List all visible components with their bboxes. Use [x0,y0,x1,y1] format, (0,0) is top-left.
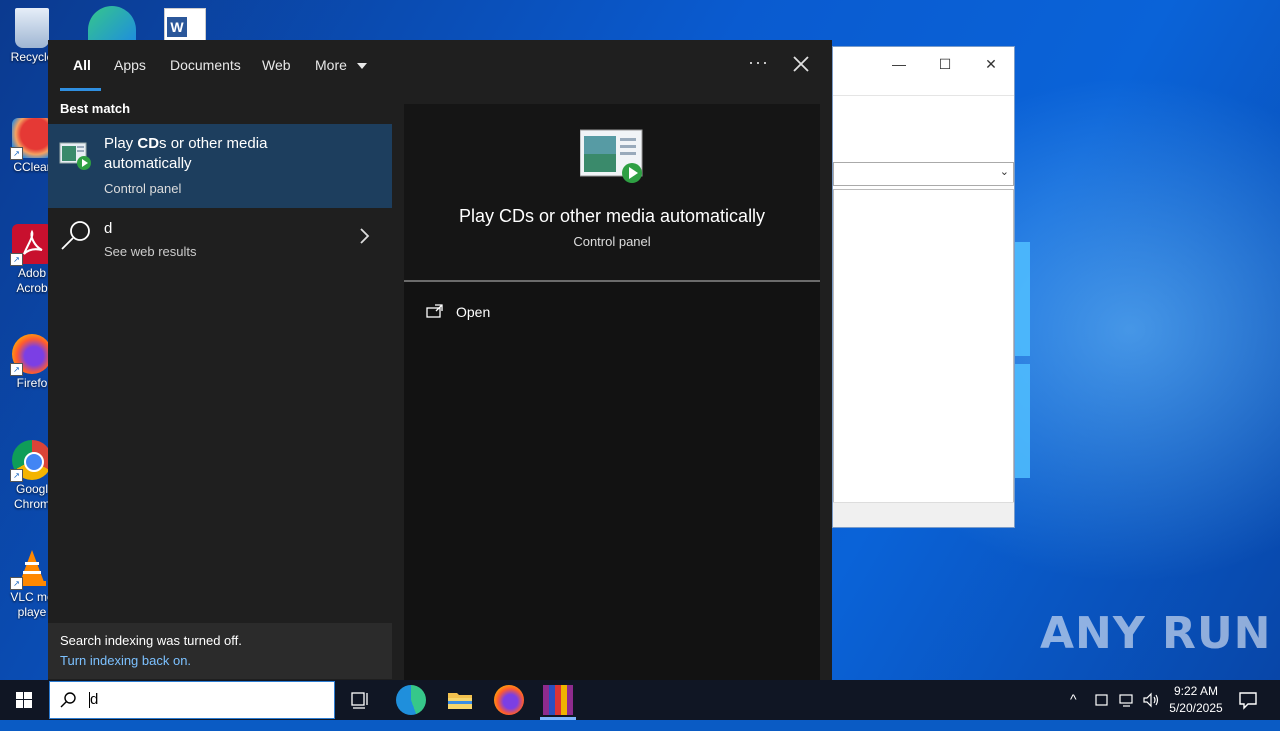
best-match-title: Play CDs or other media automatically [104,134,354,174]
taskbar: d ^ 9:22 AM 5/20/2025 [0,680,1280,720]
web-query-text: d [104,220,113,237]
search-panel: All Apps Documents Web More ··· Best mat… [48,40,832,680]
adobe-acrobat-icon: ↗ [10,224,52,266]
edge-taskbar-icon[interactable] [396,685,426,715]
network-icon[interactable] [1118,692,1136,708]
desktop-icon-word[interactable]: W [164,8,206,42]
start-button[interactable] [0,680,48,720]
divider [833,95,1014,96]
more-options-button[interactable]: ··· [748,52,769,73]
shortcut-arrow-icon: ↗ [10,469,23,482]
list-box[interactable] [833,189,1014,503]
ccleaner-icon: ↗ [10,118,52,160]
search-icon [60,692,76,708]
notification-center-icon[interactable] [1236,688,1260,712]
autoplay-icon [59,142,91,170]
clock-time: 9:22 AM [1173,684,1219,698]
results-column: Best match Play CDs or other media autom… [48,90,392,680]
search-query: d [90,691,99,708]
web-result-subtitle: See web results [104,244,197,259]
close-icon[interactable] [789,52,813,76]
tab-more[interactable]: More [315,57,367,73]
vlc-cone-icon: ↗ [10,548,52,590]
turn-indexing-on-link[interactable]: Turn indexing back on. [60,653,191,668]
title-prefix: Play [104,135,138,152]
word-icon: W [167,17,187,37]
shortcut-arrow-icon: ↗ [10,147,23,160]
maximize-icon[interactable]: ☐ [922,56,968,73]
search-icon [61,221,90,250]
open-icon [426,304,443,318]
shortcut-arrow-icon: ↗ [10,577,23,590]
clock-date: 5/20/2025 [1169,701,1223,715]
volume-icon[interactable] [1142,692,1160,708]
minimize-icon[interactable]: — [876,56,922,72]
chrome-icon: ↗ [10,440,52,482]
winrar-taskbar-icon[interactable] [543,685,573,715]
shortcut-arrow-icon: ↗ [10,253,23,266]
close-icon[interactable]: ✕ [968,56,1014,73]
best-match-header: Best match [60,101,131,116]
task-view-icon[interactable] [345,685,375,715]
preview-subtitle: Control panel [573,234,651,249]
indexing-message: Search indexing was turned off. [60,633,242,648]
indexing-notice: Search indexing was turned off. Turn ind… [48,623,392,679]
show-hidden-icons[interactable]: ^ [1070,691,1077,731]
chevron-right-icon[interactable] [358,226,372,246]
firefox-taskbar-icon[interactable] [494,685,524,715]
web-search-result[interactable]: d See web results [48,208,392,270]
tab-documents[interactable]: Documents [170,57,241,73]
open-action[interactable]: Open [426,300,490,324]
divider [404,280,820,282]
tab-apps[interactable]: Apps [114,57,146,73]
shortcut-arrow-icon: ↗ [10,363,23,376]
search-input-text: d [88,691,99,709]
open-action-label: Open [456,304,491,320]
window-titlebar: — ☐ ✕ [833,47,1014,81]
caret-down-icon [356,63,367,70]
taskbar-clock[interactable]: 9:22 AM 5/20/2025 [1162,683,1230,717]
best-match-subtitle: Control panel [104,181,182,196]
chevron-down-icon: ⌄ [999,166,1009,178]
dropdown-field[interactable]: ⌄ [833,162,1014,186]
autoplay-icon [580,129,643,183]
windows-logo-decoration [1014,242,1030,356]
anyrun-watermark: ANY RUN [1040,608,1272,659]
taskbar-search-input[interactable]: d [49,681,335,719]
meet-now-icon[interactable] [1094,692,1110,708]
tab-all[interactable]: All [73,57,91,73]
preview-header: Play CDs or other media automatically Co… [404,104,820,280]
best-match-result[interactable]: Play CDs or other media automatically Co… [48,124,392,208]
file-explorer-icon[interactable] [445,685,475,715]
recycle-bin-icon [15,8,49,48]
tab-more-label: More [315,57,347,73]
status-bar [833,502,1014,527]
title-highlight: CD [137,135,160,152]
firefox-icon: ↗ [10,334,52,376]
tab-web[interactable]: Web [262,57,291,73]
search-tabs: All Apps Documents Web More ··· [48,40,832,91]
preview-pane: Play CDs or other media automatically Co… [404,104,820,680]
windows-logo-decoration [1014,364,1030,478]
preview-title: Play CDs or other media automatically [458,206,766,226]
background-window[interactable]: — ☐ ✕ ⌄ [832,46,1015,528]
